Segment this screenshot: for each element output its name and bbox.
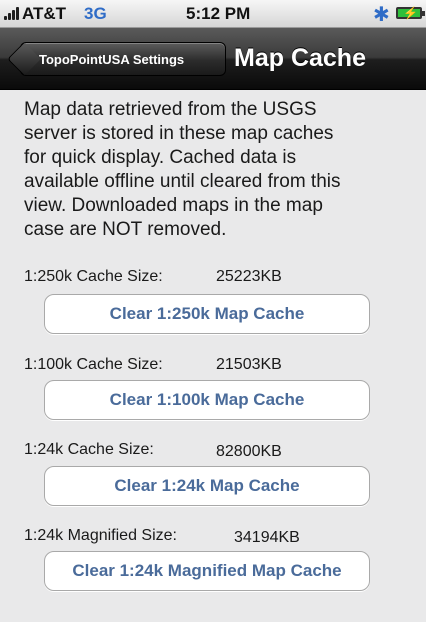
clear-24k-cache-button[interactable]: Clear 1:24k Map Cache bbox=[44, 466, 370, 506]
cache-size-label-250k: 1:250k Cache Size: bbox=[24, 268, 163, 285]
clear-250k-cache-button[interactable]: Clear 1:250k Map Cache bbox=[44, 294, 370, 334]
page-title: Map Cache bbox=[234, 44, 366, 72]
cache-size-label-100k: 1:100k Cache Size: bbox=[24, 356, 163, 373]
cache-size-value-24k: 82800KB bbox=[216, 443, 282, 460]
cache-size-value-24k-magnified: 34194KB bbox=[234, 529, 300, 546]
back-button-label: TopoPointUSA Settings bbox=[39, 51, 185, 67]
navigation-bar: TopoPointUSA Settings Map Cache bbox=[0, 28, 426, 90]
cache-size-value-250k: 25223KB bbox=[216, 268, 282, 285]
status-time: 5:12 PM bbox=[186, 4, 251, 23]
bluetooth-icon: ✱ bbox=[373, 4, 390, 26]
cache-description: Map data retrieved from the USGS server … bbox=[24, 99, 341, 240]
battery-charging-icon: ⚡ bbox=[396, 7, 425, 19]
network-type: 3G bbox=[84, 4, 107, 23]
clear-100k-cache-button[interactable]: Clear 1:100k Map Cache bbox=[44, 380, 370, 420]
status-bar: AT&T 3G 5:12 PM ✱ ⚡ bbox=[0, 0, 426, 28]
signal-strength-icon bbox=[4, 6, 22, 20]
cache-size-label-24k: 1:24k Cache Size: bbox=[24, 441, 154, 458]
cache-size-value-100k: 21503KB bbox=[216, 356, 282, 373]
cache-size-label-24k-magnified: 1:24k Magnified Size: bbox=[24, 527, 177, 544]
back-button[interactable]: TopoPointUSA Settings bbox=[20, 42, 226, 76]
carrier-name: AT&T bbox=[22, 4, 67, 23]
clear-24k-magnified-cache-button[interactable]: Clear 1:24k Magnified Map Cache bbox=[44, 551, 370, 591]
